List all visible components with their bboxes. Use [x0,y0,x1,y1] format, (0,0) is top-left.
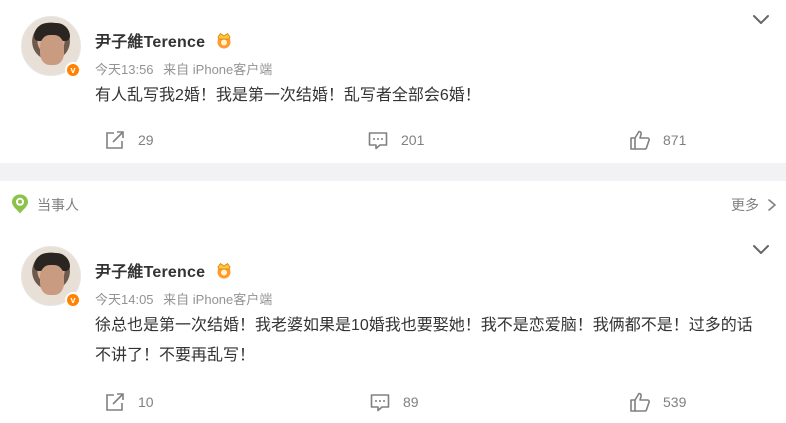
post-time[interactable]: 今天14:05 [95,292,154,307]
crown-icon [217,262,231,279]
author-name[interactable]: 尹子維Terence [95,258,205,282]
post-time[interactable]: 今天13:56 [95,62,154,77]
party-label: 当事人 [37,197,79,213]
post-source: 来自 iPhone客户端 [163,62,273,77]
post-meta: 今天13:56 来自 iPhone客户端 [95,59,272,78]
repost-count: 10 [138,394,154,410]
post-content: 徐总也是第一次结婚！我老婆如果是10婚我也要娶她！我不是恋爱脑！我俩都不是！过多… [95,317,753,364]
weibo-post: v 尹子維Terence 今天13:56 来自 iPhone客户端 有人乱写我2… [0,0,786,163]
like-icon [630,130,650,150]
avatar-face [40,265,64,295]
repost-icon [106,131,124,149]
comment-icon [368,132,388,150]
repost-button[interactable]: 29 [104,125,154,155]
party-section-header: 当事人 更多 [0,181,786,227]
verified-badge-icon: v [65,62,81,78]
repost-button[interactable]: 10 [104,387,154,417]
comment-icon [370,394,390,412]
post-source: 来自 iPhone客户端 [163,292,273,307]
like-button[interactable]: 871 [629,125,686,155]
like-count: 539 [663,394,687,410]
weibo-post: v 尹子維Terence 今天14:05 来自 iPhone客户端 徐总也是第一… [0,230,786,423]
section-divider [0,163,786,181]
author-row: 尹子維Terence [95,29,233,51]
like-button[interactable]: 539 [629,387,686,417]
like-icon [630,392,650,412]
post-content: 有人乱写我2婚！我是第一次结婚！乱写者全部会6婚！ [95,87,481,104]
chevron-right-icon [768,199,776,211]
crown-icon [217,32,231,49]
comment-button[interactable]: 201 [367,125,424,155]
repost-count: 29 [138,132,154,148]
verified-badge-icon: v [65,292,81,308]
location-pin-icon [12,194,28,214]
comment-count: 201 [401,132,425,148]
author-name[interactable]: 尹子維Terence [95,28,205,52]
repost-icon [106,393,124,411]
author-row: 尹子維Terence [95,259,233,281]
avatar-face [40,35,64,65]
like-count: 871 [663,132,687,148]
chevron-down-icon[interactable] [752,244,770,256]
more-label: 更多 [731,197,759,213]
comment-count: 89 [403,394,419,410]
post-meta: 今天14:05 来自 iPhone客户端 [95,289,272,308]
post-actions: 10 89 539 [0,387,786,417]
more-link[interactable]: 更多 [731,195,777,215]
chevron-down-icon[interactable] [752,14,770,26]
comment-button[interactable]: 89 [369,387,419,417]
post-actions: 29 201 871 [0,125,786,155]
